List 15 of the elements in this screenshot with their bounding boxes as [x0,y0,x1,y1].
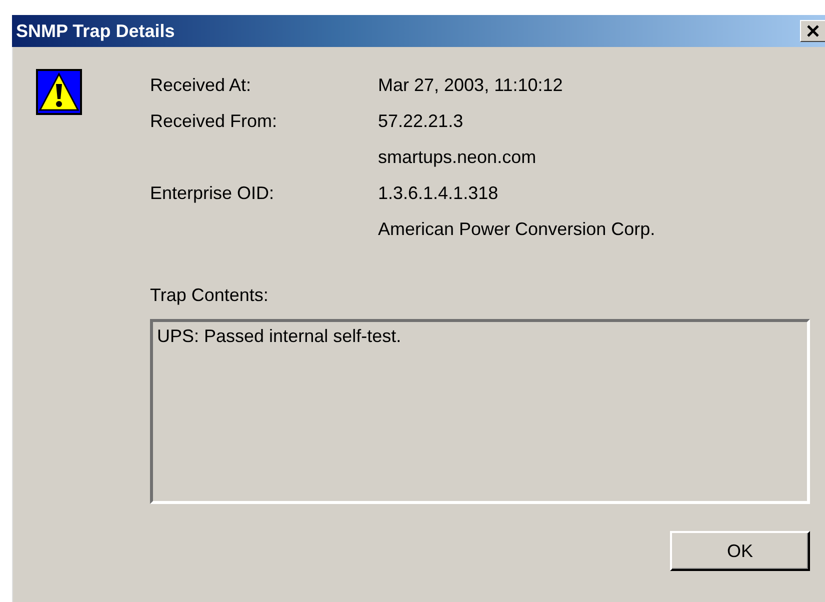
ok-button[interactable]: OK [670,531,810,571]
window-title: SNMP Trap Details [16,20,175,42]
field-label: Enterprise OID: [150,182,274,205]
field-value: Mar 27, 2003, 11:10:12 [378,74,563,97]
close-icon [806,25,820,37]
close-button[interactable] [800,20,825,42]
warning-icon [36,69,82,115]
field-label: Received From: [150,110,278,133]
trap-contents-label: Trap Contents: [150,284,268,307]
field-value: 1.3.6.1.4.1.318 [378,182,498,205]
field-value: American Power Conversion Corp. [378,218,656,241]
field-value: smartups.neon.com [378,146,536,169]
trap-contents-box[interactable]: UPS: Passed internal self-test. [150,319,810,504]
field-label: Received At: [150,74,252,97]
field-value: 57.22.21.3 [378,110,464,133]
